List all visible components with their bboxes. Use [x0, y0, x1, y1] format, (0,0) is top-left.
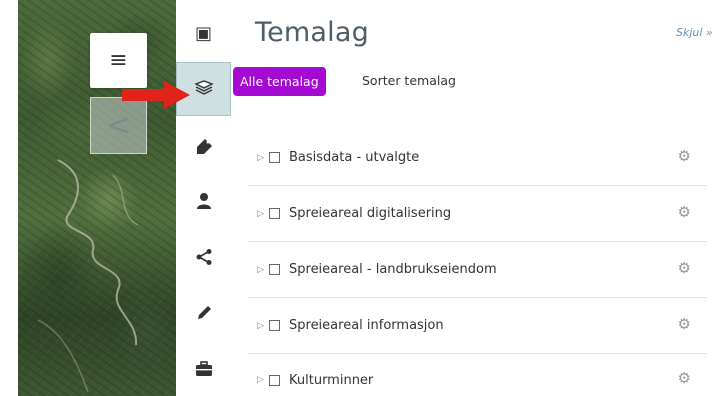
rail-item-draw[interactable]	[176, 286, 231, 340]
user-icon	[196, 193, 211, 209]
briefcase-icon	[195, 361, 212, 376]
expand-icon[interactable]: ▷	[257, 321, 267, 331]
layer-checkbox[interactable]	[269, 374, 280, 386]
layer-row[interactable]: ▷ Spreieareal informasjon ⚙	[249, 298, 707, 354]
hide-panel-link[interactable]: Skjul »	[676, 26, 713, 39]
layer-label: Kulturminner	[289, 372, 374, 388]
layer-row[interactable]: ▷ Kulturminner ⚙	[249, 352, 707, 396]
layer-checkbox[interactable]	[269, 320, 280, 331]
gear-icon[interactable]: ⚙	[678, 371, 691, 386]
annotation-arrow	[122, 81, 190, 109]
gear-icon[interactable]: ⚙	[678, 317, 691, 332]
info-icon: ▣	[194, 22, 212, 44]
gear-icon[interactable]: ⚙	[678, 149, 691, 164]
pencil-icon	[197, 306, 211, 319]
expand-icon[interactable]: ▷	[257, 153, 267, 163]
rail-item-user[interactable]	[176, 174, 231, 228]
layer-checkbox[interactable]	[269, 208, 280, 219]
rail-item-share[interactable]	[176, 230, 231, 284]
gear-icon[interactable]: ⚙	[678, 205, 691, 220]
layer-checkbox[interactable]	[269, 264, 280, 275]
expand-icon[interactable]: ▷	[257, 265, 267, 275]
expand-icon[interactable]: ▷	[257, 209, 267, 219]
layer-label: Spreieareal digitalisering	[289, 206, 452, 221]
rail-item-info[interactable]: ▣	[176, 6, 231, 60]
layer-row[interactable]: ▷ Spreieareal digitalisering ⚙	[249, 186, 707, 242]
layer-label: Spreieareal informasjon	[289, 318, 444, 333]
expand-icon[interactable]: ▷	[257, 375, 267, 385]
gear-icon[interactable]: ⚙	[678, 261, 691, 276]
layer-label: Basisdata - utvalgte	[289, 150, 420, 165]
rail-item-tools[interactable]	[176, 342, 231, 396]
layer-label: Spreieareal - landbrukseiendom	[289, 262, 497, 277]
icon-rail: ▣	[176, 0, 231, 396]
page-title: Temalag	[255, 17, 369, 48]
hamburger-icon: ≡	[109, 47, 128, 73]
tab-all-layers[interactable]: Alle temalag	[233, 67, 326, 96]
tag-icon	[196, 139, 212, 154]
layers-icon	[193, 80, 214, 95]
layer-row[interactable]: ▷ Basisdata - utvalgte ⚙	[249, 130, 707, 186]
share-icon	[196, 249, 211, 265]
theme-layers-panel: Temalag Skjul » Alle temalag Sorter tema…	[231, 0, 720, 396]
rail-item-tag[interactable]	[176, 120, 231, 174]
hide-panel-label: Skjul	[676, 26, 703, 39]
layer-checkbox[interactable]	[269, 152, 280, 163]
chevron-left-icon: <	[105, 107, 132, 143]
tab-sort-layers[interactable]: Sorter temalag	[362, 73, 456, 88]
layer-row[interactable]: ▷ Spreieareal - landbrukseiendom ⚙	[249, 242, 707, 298]
